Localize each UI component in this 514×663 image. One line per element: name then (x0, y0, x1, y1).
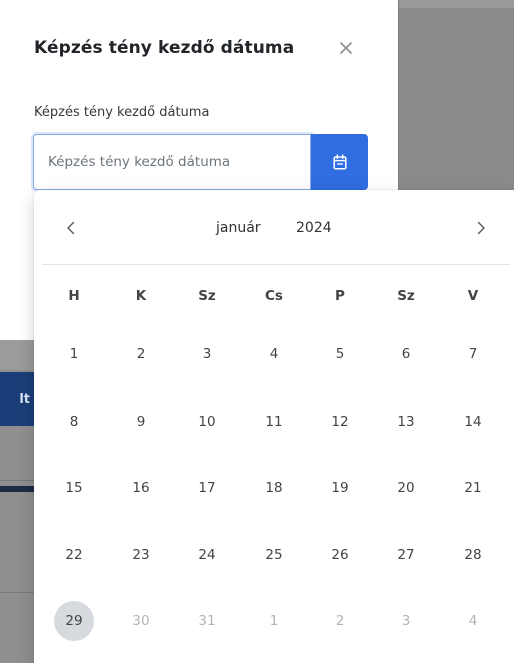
day-cell-next-month[interactable]: 3 (386, 601, 426, 641)
calendar-toggle-button[interactable] (311, 134, 368, 190)
chevron-left-icon (67, 221, 75, 235)
day-cell[interactable]: 1 (54, 334, 94, 374)
background-segment (0, 340, 34, 370)
day-cell[interactable]: 26 (320, 535, 360, 575)
previous-month-button[interactable] (59, 216, 83, 240)
background-partial-button: lt (0, 372, 34, 426)
day-cell[interactable]: 5 (320, 334, 360, 374)
weekday-monday: H (68, 288, 80, 304)
date-input[interactable] (34, 135, 310, 189)
day-cell[interactable]: 15 (54, 468, 94, 508)
day-cell-next-month[interactable]: 2 (320, 601, 360, 641)
day-cell[interactable]: 10 (187, 402, 227, 442)
background-divider (0, 592, 34, 593)
day-cell[interactable]: 16 (121, 468, 161, 508)
day-cell[interactable]: 6 (386, 334, 426, 374)
day-cell[interactable]: 24 (187, 535, 227, 575)
day-cell[interactable]: 7 (453, 334, 493, 374)
date-field-label: Képzés tény kezdő dátuma (34, 105, 210, 120)
day-cell[interactable]: 14 (453, 402, 493, 442)
date-input-wrapper (33, 134, 311, 190)
datepicker-header-divider (42, 264, 510, 265)
day-cell-next-month[interactable]: 1 (254, 601, 294, 641)
day-cell[interactable]: 3 (187, 334, 227, 374)
day-cell[interactable]: 13 (386, 402, 426, 442)
weekday-tuesday: K (135, 288, 147, 304)
day-cell[interactable]: 9 (121, 402, 161, 442)
day-cell[interactable]: 18 (254, 468, 294, 508)
weekday-sunday: V (467, 288, 479, 304)
background-divider (0, 480, 34, 481)
next-month-button[interactable] (469, 216, 493, 240)
dialog-title: Képzés tény kezdő dátuma (34, 38, 295, 58)
day-cell[interactable]: 23 (121, 535, 161, 575)
day-cell[interactable]: 12 (320, 402, 360, 442)
day-cell[interactable]: 8 (54, 402, 94, 442)
day-cell[interactable]: 19 (320, 468, 360, 508)
datepicker-popup: január 2024 H K Sz Cs P Sz V 1 2 3 4 5 6… (34, 190, 514, 663)
day-cell[interactable]: 22 (54, 535, 94, 575)
weekday-thursday: Cs (265, 288, 283, 304)
day-cell[interactable]: 25 (254, 535, 294, 575)
day-cell[interactable]: 17 (187, 468, 227, 508)
day-cell[interactable]: 11 (254, 402, 294, 442)
background-navy-bar (0, 486, 34, 492)
day-cell-next-month[interactable]: 4 (453, 601, 493, 641)
background-overlay-top (398, 0, 514, 190)
background-strip (399, 0, 514, 8)
background-overlay-left: lt (0, 340, 34, 663)
day-cell-today[interactable]: 29 (54, 601, 94, 641)
day-cell[interactable]: 21 (453, 468, 493, 508)
month-select[interactable]: január (216, 220, 261, 236)
day-cell[interactable]: 4 (254, 334, 294, 374)
day-cell[interactable]: 31 (187, 601, 227, 641)
chevron-right-icon (477, 221, 485, 235)
day-cell[interactable]: 2 (121, 334, 161, 374)
close-icon[interactable] (338, 38, 356, 58)
day-cell[interactable]: 27 (386, 535, 426, 575)
weekday-friday: P (335, 288, 345, 304)
weekday-saturday: Sz (397, 288, 415, 304)
calendar-icon (332, 154, 347, 170)
close-icon-glyph (340, 42, 352, 54)
year-select[interactable]: 2024 (296, 220, 332, 236)
day-cell[interactable]: 28 (453, 535, 493, 575)
day-cell[interactable]: 30 (121, 601, 161, 641)
weekday-wednesday: Sz (198, 288, 216, 304)
day-cell[interactable]: 20 (386, 468, 426, 508)
